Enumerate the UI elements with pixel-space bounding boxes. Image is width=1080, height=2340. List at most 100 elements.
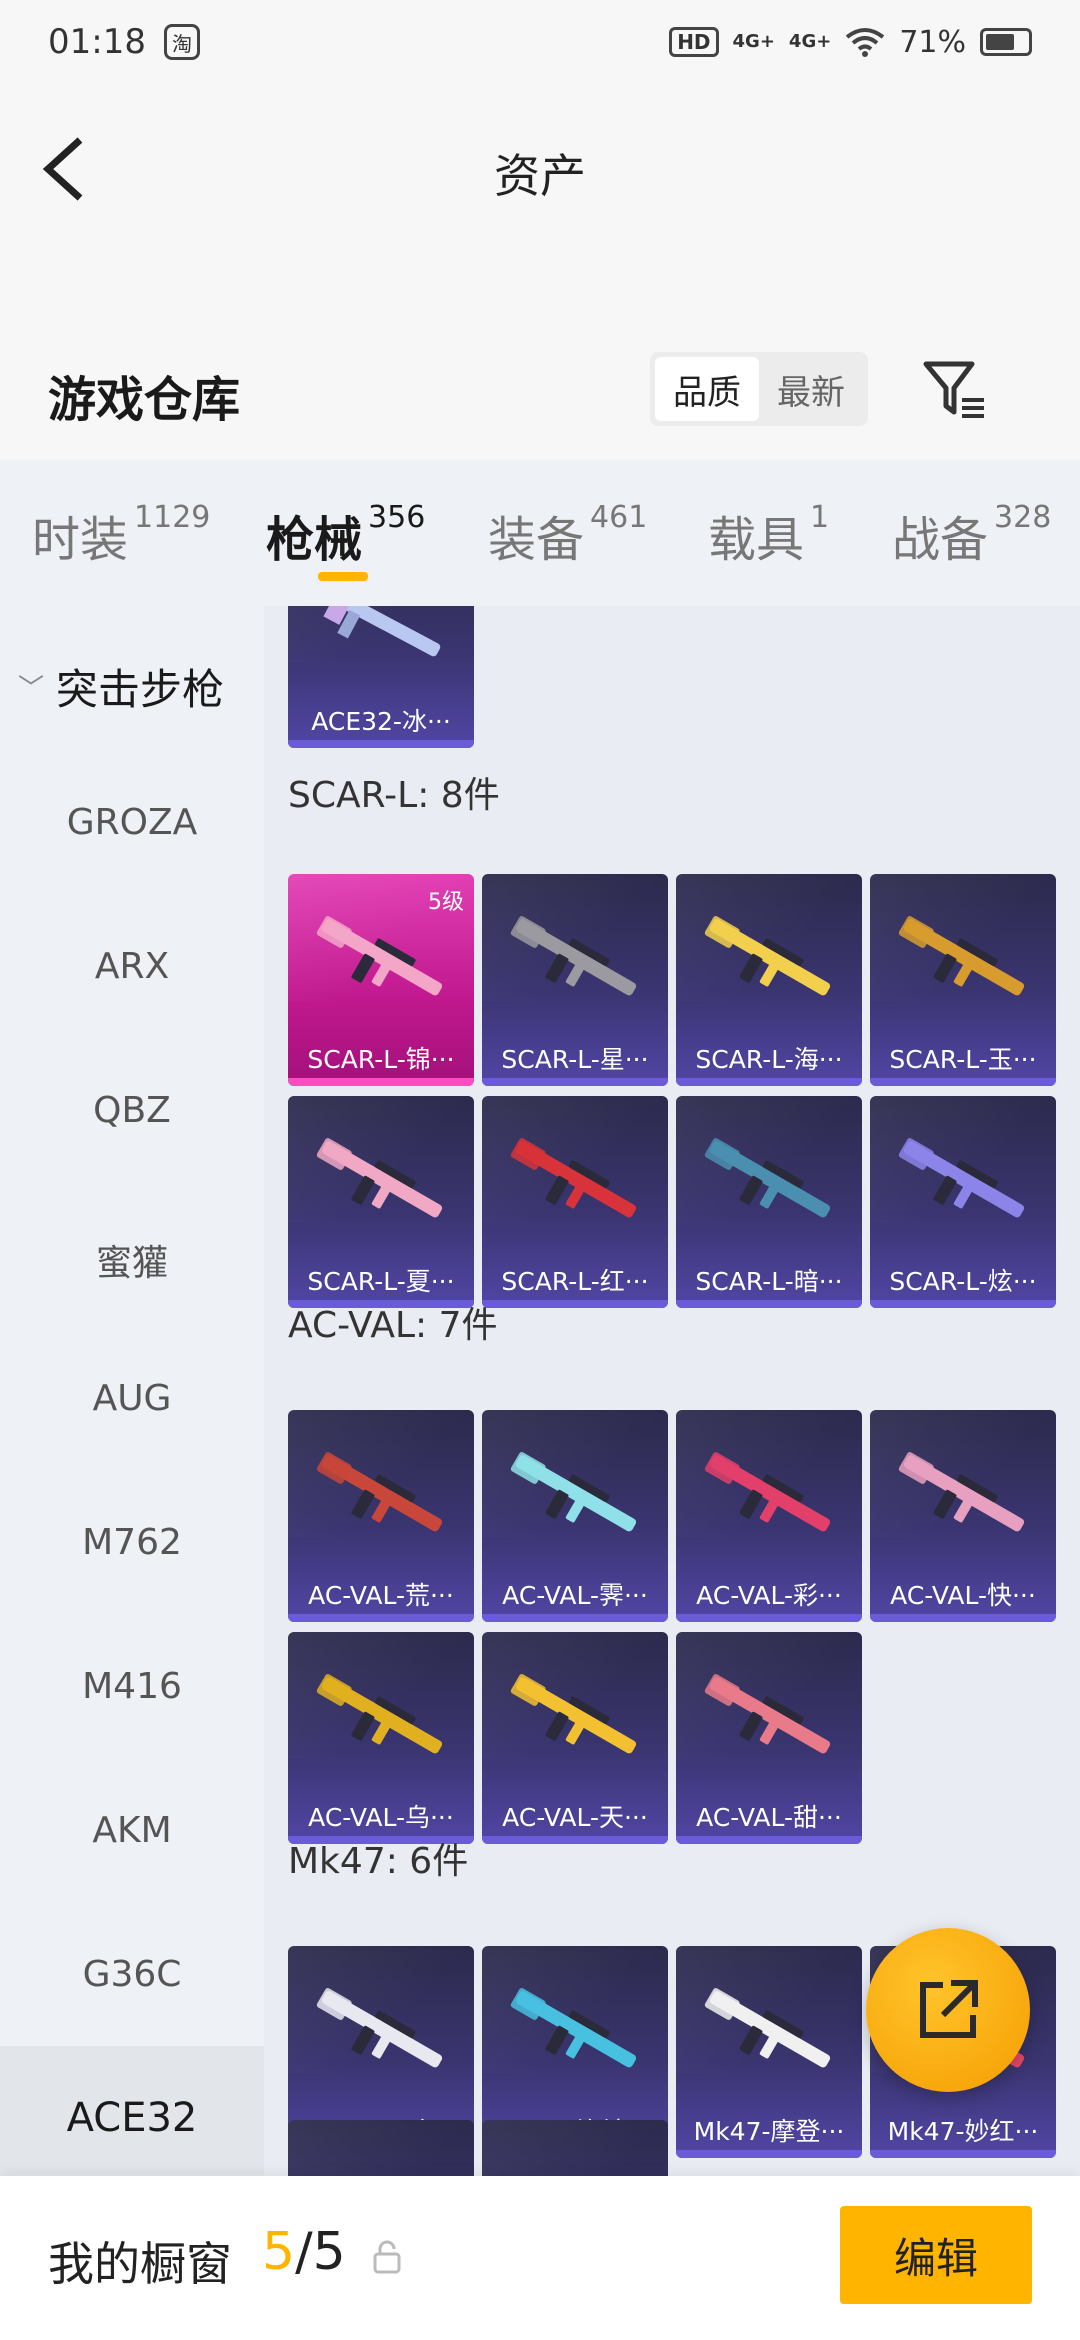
signal-icon-2: 4G+: [788, 31, 832, 52]
share-button[interactable]: [866, 1928, 1030, 2092]
skin-name: SCAR-L-红···: [501, 1267, 649, 1296]
skin-card[interactable]: SCAR-L-海···: [676, 874, 862, 1086]
skin-card[interactable]: SCAR-L-夏···: [288, 1096, 474, 1308]
skin-card[interactable]: SCAR-L-红···: [482, 1096, 668, 1308]
filter-icon[interactable]: [918, 354, 990, 426]
tab-label: 载具: [708, 512, 805, 568]
skin-card[interactable]: SCAR-L-玉···: [870, 874, 1056, 1086]
rifle-icon: [316, 916, 443, 996]
sidebar-item-g36c[interactable]: G36C: [0, 1954, 264, 1995]
chevron-down-icon: ﹀: [18, 674, 45, 704]
sidebar-item-akm[interactable]: AKM: [0, 1810, 264, 1851]
tab-supplies[interactable]: 战备 328: [892, 500, 1051, 570]
weapon-category-sidebar: ﹀ 突击步枪 GROZA ARX QBZ 蜜獾 AUG M762 M416 AK…: [0, 606, 264, 2190]
tab-label: 枪械: [266, 512, 363, 568]
skin-card[interactable]: AC-VAL-荒···: [288, 1410, 474, 1622]
tab-vehicles[interactable]: 载具 1: [708, 500, 829, 570]
rifle-icon: [510, 1452, 637, 1532]
sidebar-item-aug[interactable]: AUG: [0, 1378, 264, 1419]
rifle-icon: [510, 1138, 637, 1218]
showcase-label: 我的橱窗: [48, 2237, 232, 2291]
skin-name: AC-VAL-乌···: [308, 1803, 454, 1832]
status-time: 01:18: [48, 22, 146, 62]
status-bar: 01:18 淘 HD 4G+ 4G+ 71%: [0, 0, 1080, 84]
skin-name: Mk47-摩登···: [693, 2117, 845, 2146]
sidebar-item-qbz[interactable]: QBZ: [0, 1090, 264, 1131]
skin-card[interactable]: SCAR-L-暗···: [676, 1096, 862, 1308]
battery-icon: [980, 28, 1032, 56]
skin-card-partial[interactable]: [482, 2120, 668, 2176]
sort-toggle: 品质 最新: [650, 352, 868, 426]
sidebar-item-m762[interactable]: M762: [0, 1522, 264, 1563]
showcase-count: 5/5: [262, 2222, 346, 2282]
skin-card[interactable]: AC-VAL-甜···: [676, 1632, 862, 1844]
tab-label: 战备: [892, 512, 989, 568]
skin-name: SCAR-L-炫···: [889, 1267, 1037, 1296]
rifle-icon: [316, 1988, 443, 2068]
skin-name: SCAR-L-锦···: [307, 1045, 455, 1074]
tab-count: 1129: [134, 500, 211, 535]
showcase-bar: 我的橱窗 5/5 编辑: [0, 2176, 1080, 2340]
sidebar-item-honey-badger[interactable]: 蜜獾: [0, 1234, 264, 1286]
skin-name: SCAR-L-夏···: [307, 1267, 455, 1296]
wifi-icon: [846, 28, 885, 57]
sort-newest-button[interactable]: 最新: [759, 357, 863, 421]
sidebar-item-m416[interactable]: M416: [0, 1666, 264, 1707]
sidebar-item-ace32[interactable]: ACE32: [0, 2046, 264, 2190]
group-title-mk47: Mk47: 6件: [288, 1841, 469, 1882]
tab-count: 328: [994, 500, 1052, 535]
skin-card[interactable]: AC-VAL-快···: [870, 1410, 1056, 1622]
sort-quality-button[interactable]: 品质: [655, 357, 759, 421]
taobao-app-icon: 淘: [163, 24, 200, 60]
skin-card-ace32[interactable]: ACE32-冰···: [288, 606, 474, 748]
tab-equipment[interactable]: 装备 461: [488, 500, 647, 570]
rifle-icon: [898, 1452, 1025, 1532]
skin-card[interactable]: AC-VAL-天···: [482, 1632, 668, 1844]
skin-card[interactable]: Mk47-摩登···: [676, 1946, 862, 2158]
skin-name: SCAR-L-暗···: [695, 1267, 843, 1296]
rifle-icon: [510, 1988, 637, 2068]
rifle-icon: [898, 916, 1025, 996]
tab-outfits[interactable]: 时装 1129: [32, 500, 210, 570]
skin-name: Mk47-妙红···: [887, 2117, 1039, 2146]
sidebar-group-label: 突击步枪: [56, 665, 225, 714]
rifle-icon: [510, 1674, 637, 1754]
skin-card[interactable]: AC-VAL-乌···: [288, 1632, 474, 1844]
warehouse-title: 游戏仓库: [48, 372, 241, 428]
rifle-icon: [316, 1674, 443, 1754]
battery-percent: 71%: [899, 24, 966, 60]
level-badge: 5级: [428, 890, 464, 915]
active-tab-indicator: [318, 572, 368, 581]
rifle-icon: [316, 1452, 443, 1532]
skin-name: AC-VAL-霁···: [502, 1581, 648, 1610]
rifle-icon: [321, 606, 441, 657]
signal-icon-1: 4G+: [732, 31, 775, 52]
sidebar-item-groza[interactable]: GROZA: [0, 802, 264, 843]
rifle-icon: [704, 916, 831, 996]
app-header: 资产: [0, 84, 1080, 254]
hd-voice-icon: HD: [669, 27, 719, 57]
edit-button[interactable]: 编辑: [840, 2206, 1032, 2304]
rifle-icon: [704, 1674, 831, 1754]
tab-label: 时装: [32, 512, 129, 568]
skin-name: SCAR-L-星···: [501, 1045, 649, 1074]
skin-name: AC-VAL-快···: [890, 1581, 1036, 1610]
tab-label: 装备: [488, 512, 585, 568]
sidebar-item-arx[interactable]: ARX: [0, 946, 264, 987]
sidebar-group-assault-rifles[interactable]: ﹀ 突击步枪: [18, 656, 224, 717]
skin-name: SCAR-L-海···: [695, 1045, 843, 1074]
tab-count: 356: [368, 500, 426, 535]
skin-card[interactable]: SCAR-L-炫···: [870, 1096, 1056, 1308]
skin-name: AC-VAL-荒···: [308, 1581, 454, 1610]
skin-card[interactable]: 5级 SCAR-L-锦···: [288, 874, 474, 1086]
skin-card-partial[interactable]: [288, 2120, 474, 2176]
skin-card[interactable]: AC-VAL-彩···: [676, 1410, 862, 1622]
rifle-icon: [510, 916, 637, 996]
skin-card[interactable]: AC-VAL-霁···: [482, 1410, 668, 1622]
skin-name: AC-VAL-彩···: [696, 1581, 842, 1610]
tab-guns[interactable]: 枪械 356: [266, 500, 425, 570]
skin-name: ACE32-冰···: [311, 707, 451, 736]
rifle-icon: [704, 1138, 831, 1218]
skin-card[interactable]: SCAR-L-星···: [482, 874, 668, 1086]
rifle-icon: [898, 1138, 1025, 1218]
